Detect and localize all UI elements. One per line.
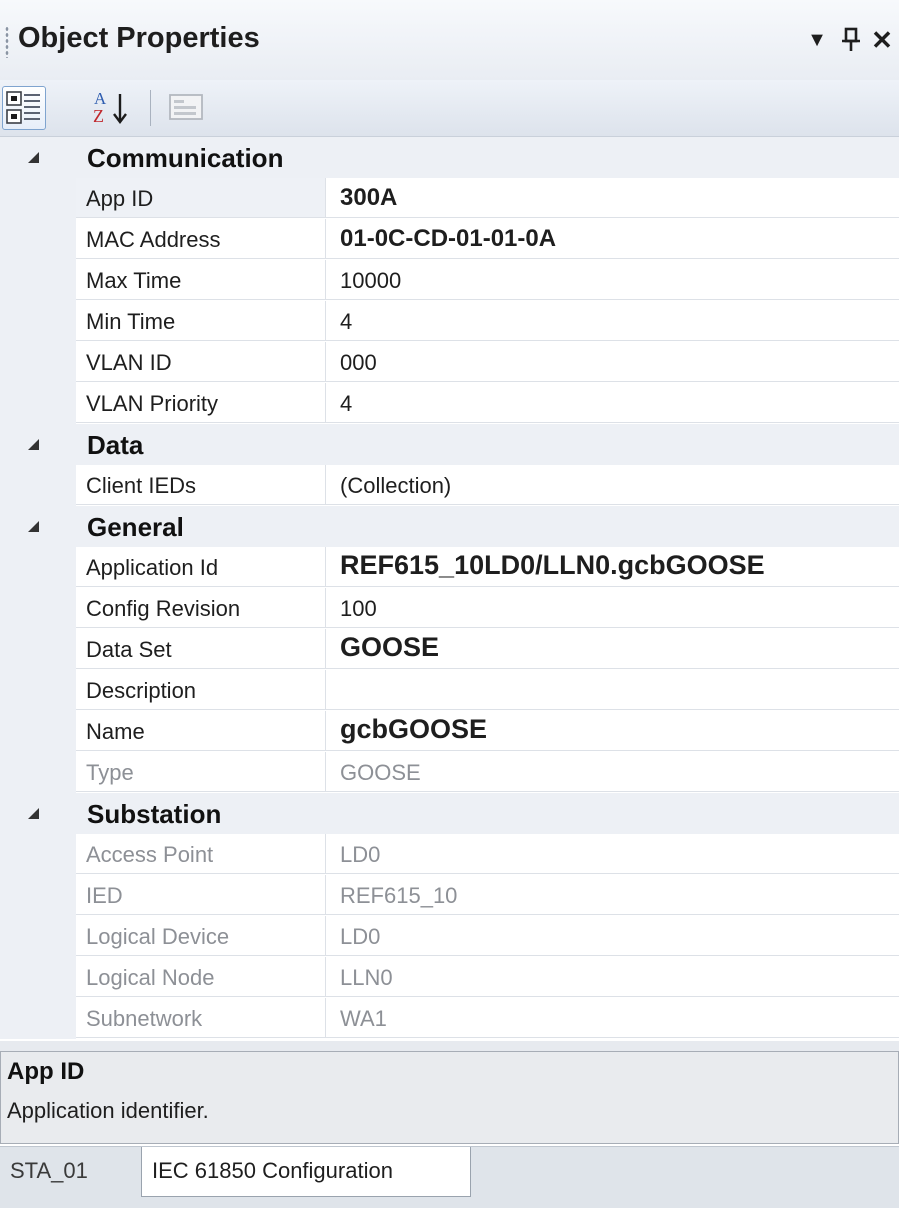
panel-title-bar: Object Properties ▼ ✕	[0, 0, 899, 80]
property-value: LD0	[340, 842, 381, 867]
property-row-data-set[interactable]: Data Set GOOSE	[0, 629, 899, 670]
category-general[interactable]: General	[0, 506, 899, 547]
property-name: Max Time	[86, 268, 182, 293]
property-row-mac-address[interactable]: MAC Address 01-0C-CD-01-01-0A	[0, 219, 899, 260]
dropdown-arrow-icon[interactable]: ▼	[800, 18, 834, 62]
collapse-arrow-icon[interactable]	[28, 439, 39, 450]
toolbar-separator	[150, 90, 151, 126]
document-tab-strip: STA_01 IEC 61850 Configuration	[0, 1146, 899, 1208]
property-value[interactable]: 000	[340, 350, 377, 376]
property-pages-icon	[169, 94, 203, 120]
property-row-logical-node[interactable]: Logical Node LLN0	[0, 957, 899, 998]
property-name: App ID	[86, 186, 154, 211]
property-name: Logical Node	[86, 965, 215, 990]
property-row-application-id[interactable]: Application Id REF615_10LD0/LLN0.gcbGOOS…	[0, 547, 899, 588]
category-communication[interactable]: Communication	[0, 137, 899, 178]
property-name: Logical Device	[86, 924, 230, 949]
category-label: Substation	[87, 799, 222, 829]
description-pane: App ID Application identifier.	[0, 1051, 899, 1144]
tab-sta-01[interactable]: STA_01	[0, 1147, 141, 1197]
property-pages-button[interactable]	[164, 86, 208, 128]
property-value[interactable]: 4	[340, 309, 352, 335]
property-row-subnetwork[interactable]: Subnetwork WA1	[0, 998, 899, 1039]
property-row-vlan-priority[interactable]: VLAN Priority 4	[0, 383, 899, 424]
drag-grip-icon[interactable]	[5, 26, 9, 58]
property-name: Min Time	[86, 309, 176, 334]
property-value[interactable]: REF615_10LD0/LLN0.gcbGOOSE	[340, 550, 765, 581]
property-value[interactable]: gcbGOOSE	[340, 714, 487, 745]
property-name: Access Point	[86, 842, 214, 867]
property-row-client-ieds[interactable]: Client IEDs (Collection)	[0, 465, 899, 506]
property-row-vlan-id[interactable]: VLAN ID 000	[0, 342, 899, 383]
property-name: Data Set	[86, 637, 172, 662]
description-splitter[interactable]	[0, 1041, 899, 1051]
property-value[interactable]: 300A	[340, 184, 397, 212]
collapse-arrow-icon[interactable]	[28, 521, 39, 532]
property-row-ied[interactable]: IED REF615_10	[0, 875, 899, 916]
property-row-config-revision[interactable]: Config Revision 100	[0, 588, 899, 629]
pin-icon[interactable]	[836, 18, 866, 62]
collapse-arrow-icon[interactable]	[28, 152, 39, 163]
property-value: LD0	[340, 924, 381, 949]
panel-title: Object Properties	[18, 22, 260, 54]
property-name: Type	[86, 760, 134, 785]
property-row-type[interactable]: Type GOOSE	[0, 752, 899, 793]
property-name: Subnetwork	[86, 1006, 203, 1031]
property-value[interactable]: 10000	[340, 268, 401, 294]
close-icon[interactable]: ✕	[866, 18, 898, 62]
property-value[interactable]: GOOSE	[340, 632, 439, 663]
property-row-name[interactable]: Name gcbGOOSE	[0, 711, 899, 752]
property-value: GOOSE	[340, 760, 421, 785]
property-value[interactable]: 01-0C-CD-01-01-0A	[340, 225, 556, 253]
property-row-min-time[interactable]: Min Time 4	[0, 301, 899, 342]
property-name: Config Revision	[86, 596, 241, 621]
property-row-app-id[interactable]: App ID 300A	[0, 178, 899, 219]
alphabetical-icon: A Z	[93, 89, 127, 126]
tab-iec-61850-configuration[interactable]: IEC 61850 Configuration	[141, 1147, 471, 1197]
description-text: Application identifier.	[7, 1098, 209, 1123]
property-value: WA1	[340, 1006, 387, 1031]
property-name: Client IEDs	[86, 473, 197, 498]
property-row-description[interactable]: Description	[0, 670, 899, 711]
property-toolbar: A Z	[0, 80, 899, 137]
property-value[interactable]: (Collection)	[340, 473, 451, 499]
property-value[interactable]: 4	[340, 391, 352, 417]
property-name: Application Id	[86, 555, 219, 580]
category-data[interactable]: Data	[0, 424, 899, 465]
property-name: VLAN ID	[86, 350, 172, 375]
alpha-z-letter: Z	[93, 106, 104, 126]
property-value: LLN0	[340, 965, 393, 990]
property-name: VLAN Priority	[86, 391, 219, 416]
alphabetical-button[interactable]: A Z	[88, 86, 134, 128]
property-value: REF615_10	[340, 883, 458, 908]
collapse-arrow-icon[interactable]	[28, 808, 39, 819]
property-row-logical-device[interactable]: Logical Device LD0	[0, 916, 899, 957]
property-value[interactable]: 100	[340, 596, 377, 622]
categorized-button[interactable]	[2, 86, 46, 130]
property-row-access-point[interactable]: Access Point LD0	[0, 834, 899, 875]
category-label: Data	[87, 430, 144, 460]
description-title: App ID	[7, 1058, 85, 1085]
property-name: IED	[86, 883, 123, 908]
property-name: Description	[86, 678, 197, 703]
category-substation[interactable]: Substation	[0, 793, 899, 834]
property-row-max-time[interactable]: Max Time 10000	[0, 260, 899, 301]
property-name: MAC Address	[86, 227, 221, 252]
property-grid: Communication App ID 300A MAC Address 01…	[0, 137, 899, 1041]
category-label: General	[87, 512, 184, 542]
property-name: Name	[86, 719, 145, 744]
category-label: Communication	[87, 143, 284, 173]
categorized-icon	[6, 91, 40, 124]
